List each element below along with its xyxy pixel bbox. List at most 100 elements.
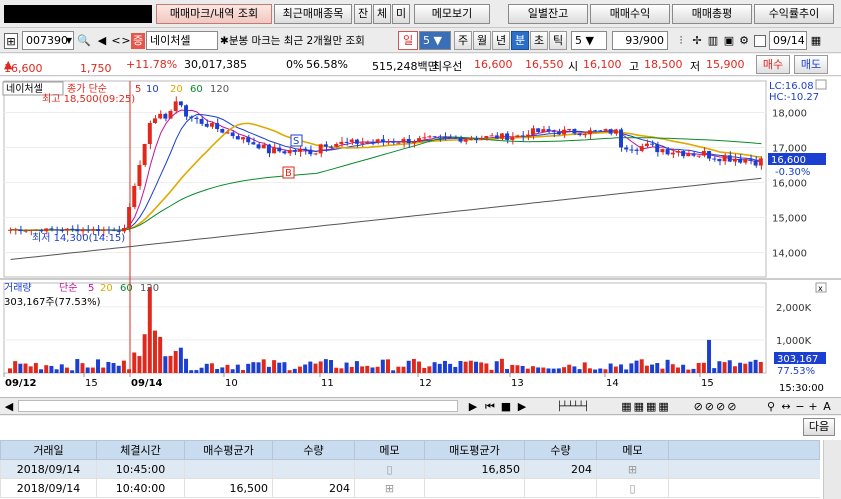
stop-icon[interactable]: ■ bbox=[500, 399, 512, 415]
volume-bar bbox=[577, 369, 582, 373]
search-icon[interactable]: 🔍 bbox=[76, 33, 92, 49]
price-tick-label: 14,000 bbox=[772, 249, 807, 260]
scroll-left-icon[interactable]: ◀ bbox=[2, 399, 16, 415]
tab-second[interactable]: 초 bbox=[530, 31, 548, 50]
volume-bar bbox=[556, 368, 561, 373]
candle-body bbox=[489, 135, 494, 137]
prev-stock-icon[interactable]: < bbox=[111, 33, 121, 49]
memo-view-button[interactable]: 메모보기 bbox=[414, 4, 490, 24]
chart-scroll-bar[interactable]: ◀ ▶ ⏮ ■ ▶ ├┴┴┴┴┤ ▦▦▦▦ ⊘⊘⊘⊘ ⚲ ↔ − + A bbox=[0, 397, 841, 415]
tab-minute[interactable]: 분 bbox=[511, 31, 529, 50]
trade-review-button[interactable]: 매매총평 bbox=[672, 4, 752, 24]
jump-start-icon[interactable]: ⏮ bbox=[484, 399, 496, 415]
sell-button[interactable]: 매도 bbox=[794, 55, 828, 74]
volume-bar bbox=[101, 367, 106, 373]
candle-body bbox=[339, 141, 344, 144]
candle-body bbox=[753, 160, 758, 166]
table-row[interactable]: 2018/09/14 10:45:00 ▯ 16,850 204 ⊞ bbox=[0, 459, 820, 479]
trade-profit-button[interactable]: 매매수익 bbox=[590, 4, 670, 24]
gear-icon[interactable]: ⚙ bbox=[737, 33, 751, 49]
balance-button[interactable]: 잔 bbox=[354, 4, 372, 24]
volume-bar bbox=[168, 355, 173, 373]
data-count-field[interactable]: 93/900 bbox=[612, 31, 668, 50]
calendar-icon[interactable]: ▦ bbox=[809, 33, 823, 49]
volume-bar bbox=[536, 367, 541, 373]
price-chart[interactable]: 18,000 17,000 16,000 15,000 14,000 2,000K 1,00… bbox=[0, 77, 841, 397]
candle-type-icon[interactable]: ⫶ bbox=[674, 33, 688, 49]
tab-week[interactable]: 주 bbox=[454, 31, 472, 50]
volume-bar bbox=[375, 366, 380, 373]
memo-add-icon[interactable]: ⊞ bbox=[385, 482, 394, 495]
close-price-panel-icon[interactable] bbox=[815, 79, 827, 90]
cell-sell-memo[interactable]: ⊞ bbox=[596, 459, 669, 479]
tab-month[interactable]: 월 bbox=[473, 31, 491, 50]
memo-icon[interactable]: ▯ bbox=[629, 482, 635, 495]
volume-bar bbox=[137, 356, 142, 373]
volume-bar bbox=[194, 370, 199, 373]
zoom-tools-icon[interactable]: ⊘⊘⊘⊘ bbox=[678, 399, 754, 415]
cell-buy-memo[interactable]: ⊞ bbox=[354, 478, 425, 498]
speed-slider[interactable]: ├┴┴┴┴┤ bbox=[536, 399, 610, 415]
daily-balance-button[interactable]: 일별잔고 bbox=[508, 4, 588, 24]
ma-period-20: 20 bbox=[170, 84, 183, 95]
tab-tick[interactable]: 틱 bbox=[549, 31, 567, 50]
time-label: 15:30:00 bbox=[779, 383, 824, 394]
tab-year[interactable]: 년 bbox=[492, 31, 510, 50]
zoom-in-icon[interactable]: + bbox=[807, 399, 819, 415]
period-value-select[interactable]: 5 ▼ bbox=[419, 31, 451, 50]
volume-bar bbox=[184, 358, 189, 373]
chart-menu-icon[interactable]: ⊞ bbox=[4, 33, 18, 49]
crosshair-icon[interactable]: ✢ bbox=[690, 33, 704, 49]
cell-sell-memo[interactable]: ▯ bbox=[596, 478, 669, 498]
next-stock-icon[interactable]: > bbox=[121, 33, 131, 49]
zoom-fit-icon[interactable]: ↔ bbox=[780, 399, 792, 415]
volume-bar bbox=[587, 368, 592, 373]
chart-area[interactable]: 18,000 17,000 16,000 15,000 14,000 2,000K 1,00… bbox=[0, 77, 841, 397]
return-trend-button[interactable]: 수익률추이 bbox=[754, 4, 834, 24]
cell-sell-qty: 204 bbox=[524, 459, 597, 479]
candle-body bbox=[727, 155, 732, 162]
memo-icon[interactable]: ▯ bbox=[386, 463, 392, 476]
play-icon[interactable]: ▶ bbox=[516, 399, 528, 415]
zoom-search-icon[interactable]: ⚲ bbox=[764, 399, 778, 415]
scroll-thumb[interactable] bbox=[18, 400, 458, 412]
unfilled-button[interactable]: 미 bbox=[392, 4, 410, 24]
account-field[interactable] bbox=[4, 5, 152, 23]
cell-buy-memo[interactable]: ▯ bbox=[354, 459, 425, 479]
volume-bar bbox=[732, 366, 737, 373]
buy-button[interactable]: 매수 bbox=[756, 55, 790, 74]
trade-mark-view-button[interactable]: 매매마크/내역 조회 bbox=[156, 4, 272, 24]
stock-code-input[interactable]: 007390 ▼ bbox=[22, 31, 74, 50]
scroll-right-icon[interactable]: ▶ bbox=[466, 399, 480, 415]
date-input[interactable]: 09/14 bbox=[769, 31, 807, 50]
period-day-button[interactable]: 일 bbox=[398, 31, 418, 50]
volume-bar bbox=[80, 363, 85, 373]
volume-bar bbox=[505, 369, 510, 373]
layout-icon[interactable]: ▦▦▦▦ bbox=[616, 399, 676, 415]
ask-price: 16,600 bbox=[474, 58, 513, 71]
volume-bar bbox=[303, 364, 308, 373]
draw-tools-icon[interactable]: ▥ bbox=[706, 33, 720, 49]
zoom-out-icon[interactable]: − bbox=[794, 399, 806, 415]
x-tick-label: 15 bbox=[85, 378, 98, 389]
memo-add-icon[interactable]: ⊞ bbox=[628, 463, 637, 476]
candle-body bbox=[44, 228, 49, 232]
grid-vertical-scrollbar[interactable] bbox=[823, 440, 841, 499]
current-volume-label: 303,167 bbox=[777, 354, 818, 365]
table-row[interactable]: 2018/09/14 10:40:00 16,500 204 ⊞ ▯ bbox=[0, 478, 820, 498]
volume-bar bbox=[18, 363, 23, 373]
recent-trades-button[interactable]: 최근매매종목 bbox=[274, 4, 352, 24]
candle-body bbox=[380, 139, 385, 142]
font-size-icon[interactable]: A bbox=[821, 399, 833, 415]
date-checkbox[interactable] bbox=[754, 35, 766, 47]
save-icon[interactable]: ▣ bbox=[722, 33, 736, 49]
x-tick-label: 10 bbox=[225, 378, 238, 389]
filled-button[interactable]: 체 bbox=[373, 4, 391, 24]
ma-line-10 bbox=[10, 113, 762, 231]
candle-body bbox=[111, 229, 116, 231]
speaker-icon[interactable]: ◀ bbox=[94, 33, 110, 49]
minute-value-select[interactable]: 5 ▼ bbox=[571, 31, 607, 50]
next-page-button[interactable]: 다음 bbox=[803, 418, 835, 436]
volume-bar bbox=[251, 362, 256, 373]
candle-body bbox=[717, 158, 722, 162]
